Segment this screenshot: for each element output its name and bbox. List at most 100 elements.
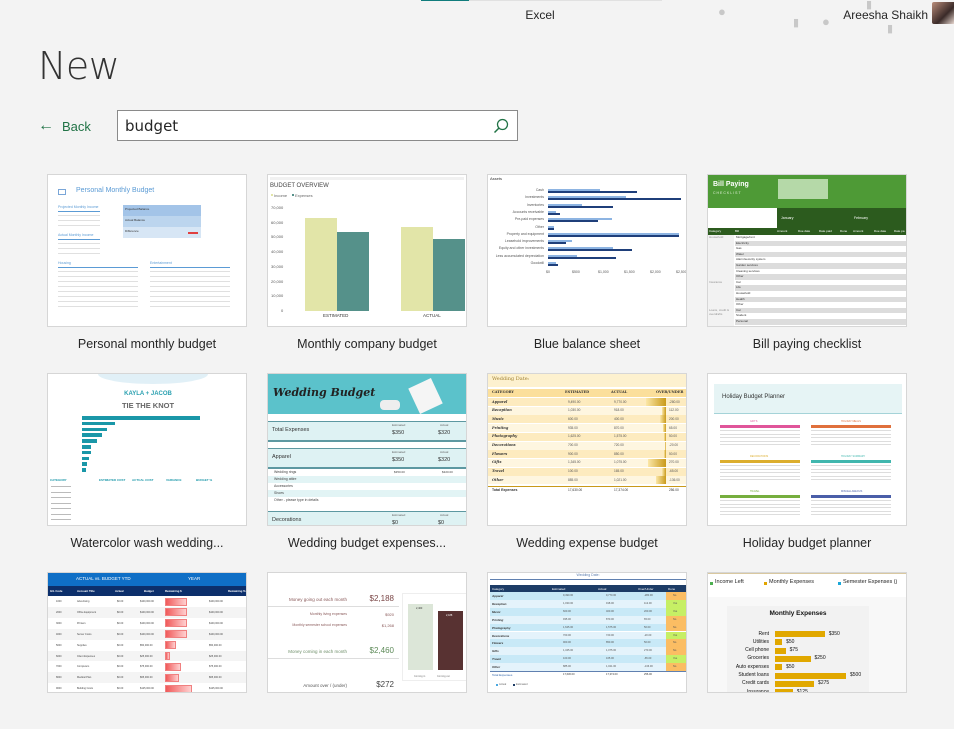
template-label[interactable]: Personal monthly budget [27,337,267,351]
template-thumbnail[interactable]: Money going out each month $2,188 Monthly … [267,572,467,693]
row-label: Investments [525,195,544,200]
template-thumbnail[interactable]: Wedding Date: Category Estimated Actual Over… [487,572,687,693]
template-thumbnail[interactable]: Income Left Monthly Expenses Semester Expe… [707,572,907,693]
template-label[interactable]: Wedding expense budget [467,536,707,550]
column-header: Actual [115,588,124,593]
preview-shape [720,514,800,515]
preview-shape [51,491,71,493]
block-name: Apparel [272,454,291,460]
template-card[interactable]: Wedding Date: CATEGORY ESTIMATED ACTUAL OVER… [487,373,687,550]
preview-shape [488,450,686,459]
preview-shape [58,225,100,226]
template-thumbnail[interactable]: BUDGET OVERVIEW Income Expenses 70,000 60,00… [267,174,467,327]
actual-header: Actual [440,423,449,427]
template-thumbnail[interactable]: Bill Paying CHECKLIST January February Categ… [707,174,907,327]
preview-shape [490,639,666,648]
column-header: Amount [853,229,864,233]
remaining-value: $100,000.00 [209,632,223,636]
year-label: YEAR [188,576,201,581]
decorative-apple-icon: ● [822,14,830,29]
preview-shape [51,486,71,487]
template-card[interactable]: Wedding Budget Total Expenses Estimated Act… [267,373,467,550]
x-tick-label: $2,500 [676,270,687,274]
legend-swatch [271,194,273,196]
template-thumbnail[interactable]: Holiday Budget Planner GIFTS HOLIDAY MEALS… [707,373,907,526]
estimated-value: 600.00 [568,416,578,421]
actual-value: 165.00 [614,469,624,474]
over-under-value: -280.00 [669,399,680,404]
category-bar [82,433,103,437]
over-under-value: -20.00 [644,633,652,637]
preview-shape [720,503,800,505]
over-under-bar [664,441,666,450]
template-label[interactable]: Bill paying checklist [687,337,927,351]
preview-shape [58,286,138,287]
y-tick-label: 70,000 [271,205,284,210]
remaining-value: $100,000.00 [209,610,223,614]
preview-title: BUDGET OVERVIEW [270,183,329,189]
preview-shape [720,479,800,480]
chart-title: Monthly Expenses [769,610,827,617]
preview-shape [58,267,138,268]
template-thumbnail[interactable]: Assets Cash Investments Inventories Accounts… [487,174,687,327]
preview-shape [735,296,906,303]
back-button[interactable]: ← Back [38,117,91,135]
column-header: Date pa [894,229,905,233]
category-bar [82,456,90,461]
bar-current [548,191,637,193]
over-under-value: 112.00 [644,601,652,605]
over-under-bar [646,398,666,406]
avatar[interactable] [932,2,954,24]
estimated-value: 700.00 [563,633,571,637]
estimated-value: 935.00 [563,617,571,621]
car-illustration [380,400,400,410]
gl-code: 6000 [56,654,62,658]
actual-value: 9,770.00 [606,594,617,597]
template-thumbnail[interactable]: ACTUAL vs. BUDGET YTD YEAR G/L Code Account… [47,572,247,693]
estimated-value: 885.00 [568,477,578,482]
category-bar [82,468,86,472]
search-box[interactable] [117,110,518,141]
template-card[interactable]: Bill Paying CHECKLIST January February Categ… [707,174,907,351]
template-label[interactable]: Wedding budget expenses... [247,536,487,550]
bill-name: Personal [736,319,748,323]
expense-bar [775,631,825,637]
search-icon[interactable] [489,114,513,138]
legend-swatch [838,582,841,585]
template-thumbnail[interactable]: Wedding Date: CATEGORY ESTIMATED ACTUAL OVER… [487,373,687,526]
category-name: Music [492,416,504,421]
template-card[interactable]: ACTUAL vs. BUDGET YTD YEAR G/L Code Account… [47,572,247,693]
preview-shape [58,220,100,221]
template-card[interactable]: Holiday Budget Planner GIFTS HOLIDAY MEALS… [707,373,907,550]
user-name[interactable]: Areesha Shaikh [843,8,928,22]
template-card[interactable]: Wedding Date: Category Estimated Actual Over… [487,572,687,693]
template-card[interactable]: KAYLA + JACOB TIE THE KNOT CATEGORY ESTIMAT… [47,373,247,550]
category-name: Apparel [492,399,508,404]
bar-current [548,249,632,252]
template-thumbnail[interactable]: Wedding Budget Total Expenses Estimated Act… [267,373,467,526]
template-card[interactable]: Personal Monthly Budget Projected Monthly… [47,174,247,351]
template-card[interactable]: Income Left Monthly Expenses Semester Expe… [707,572,907,693]
template-card[interactable]: Assets Cash Investments Inventories Accounts… [487,174,687,351]
expense-bar [775,664,783,671]
template-thumbnail[interactable]: KAYLA + JACOB TIE THE KNOT CATEGORY ESTIMAT… [47,373,247,526]
expense-name: Groceries [747,655,769,662]
template-label[interactable]: Holiday budget planner [687,536,927,550]
template-card[interactable]: BUDGET OVERVIEW Income Expenses 70,000 60,00… [267,174,467,351]
budget-value: $65,000.00 [140,676,153,680]
row-label: Pre-paid expenses [514,217,544,222]
preview-shape [720,465,800,466]
template-label[interactable]: Blue balance sheet [467,337,707,351]
template-card[interactable]: Money going out each month $2,188 Monthly … [267,572,467,693]
template-label[interactable]: Watercolor wash wedding... [27,536,267,550]
preview-shape [714,413,902,414]
template-thumbnail[interactable]: Personal Monthly Budget Projected Monthly… [47,174,247,327]
template-label[interactable]: Monthly company budget [247,337,487,351]
total-estimated: 17,630.00 [563,673,575,676]
decorative-cup-icon: ▮ [793,17,800,29]
search-input[interactable] [118,116,489,135]
line-label: Amount over / (under) [303,683,347,688]
preview-shape [270,177,464,180]
bar-current [548,227,555,230]
preview-shape [811,433,891,435]
